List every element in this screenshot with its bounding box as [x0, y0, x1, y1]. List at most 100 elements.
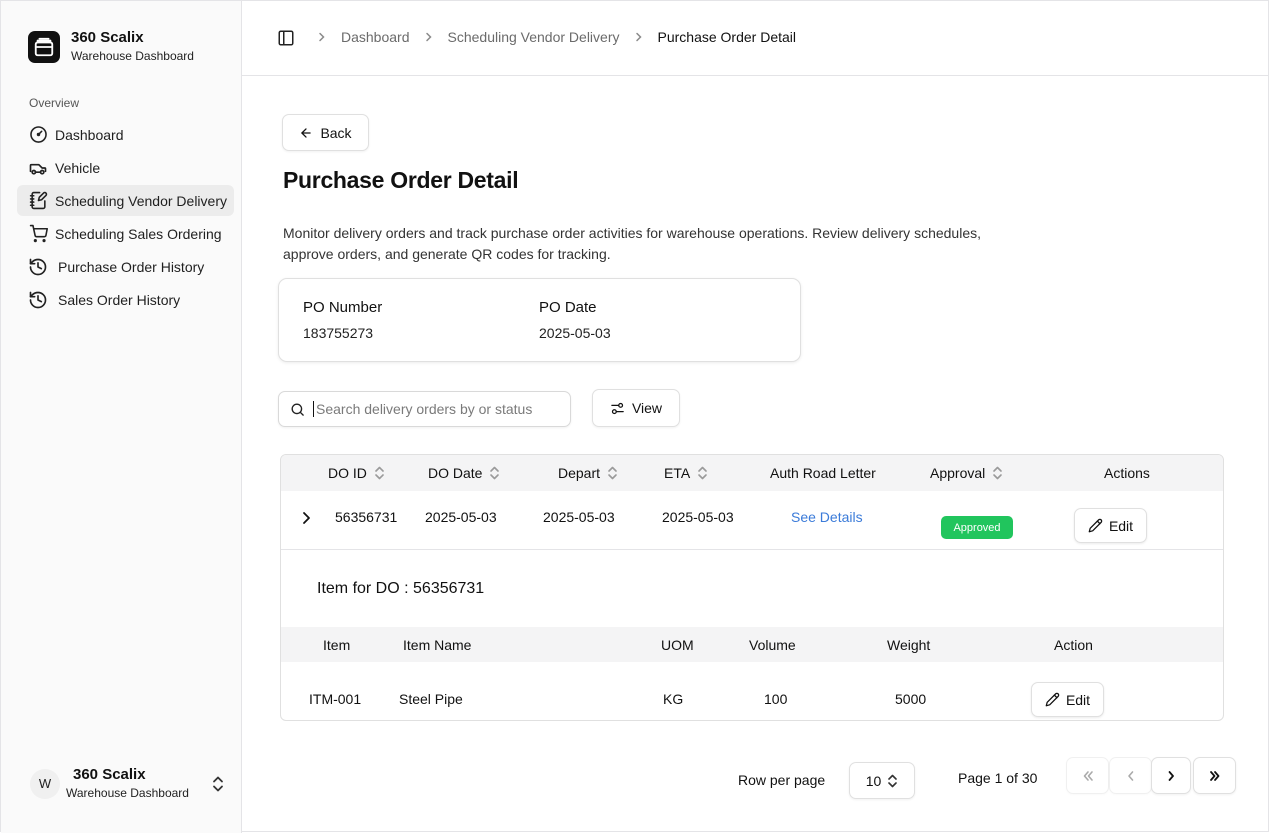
- first-page-button[interactable]: [1066, 757, 1109, 794]
- arrow-left-icon: [301, 127, 312, 138]
- search-input[interactable]: [313, 401, 553, 417]
- cell-uom: KG: [663, 691, 684, 707]
- nav-section-label: Overview: [29, 96, 80, 110]
- column-header-volume: Volume: [749, 637, 796, 653]
- cell-item: ITM-001: [309, 691, 362, 707]
- cell-depart: 2025-05-03: [543, 509, 615, 525]
- breadcrumb: Dashboard Scheduling Vendor Delivery Pur…: [314, 29, 796, 45]
- sidebar-nav: Dashboard Vehicle Scheduling Vendor Deli…: [17, 119, 234, 317]
- next-page-button[interactable]: [1151, 757, 1191, 794]
- pencil-icon: [1088, 518, 1103, 533]
- column-header-label: DO Date: [428, 465, 483, 481]
- column-header-action: Action: [1054, 637, 1093, 653]
- sidebar-item-scheduling-vendor-delivery[interactable]: Scheduling Vendor Delivery: [17, 185, 234, 216]
- breadcrumb-current-page: Purchase Order Detail: [657, 29, 797, 45]
- chevron-right-icon: [314, 29, 330, 45]
- history-icon: [28, 257, 48, 277]
- breadcrumb-dashboard[interactable]: Dashboard: [341, 29, 410, 45]
- po-date-value: 2025-05-03: [539, 325, 611, 341]
- rows-per-page-value: 10: [865, 772, 882, 789]
- chevron-right-icon: [421, 29, 437, 45]
- cell-do-date: 2025-05-03: [425, 509, 497, 525]
- rows-per-page-select[interactable]: 10: [849, 762, 915, 799]
- sidebar-item-label: Sales Order History: [58, 291, 181, 308]
- sidebar: 360 Scalix Warehouse Dashboard Overview …: [1, 1, 242, 833]
- sort-icon: [698, 466, 708, 480]
- sort-icon: [375, 466, 384, 480]
- truck-icon: [28, 158, 48, 178]
- top-header: Dashboard Scheduling Vendor Delivery Pur…: [242, 1, 1269, 76]
- breadcrumb-scheduling-vendor-delivery[interactable]: Scheduling Vendor Delivery: [448, 29, 620, 45]
- view-button-label: View: [631, 400, 663, 416]
- history-icon: [28, 290, 48, 310]
- brand-title: 360 Scalix: [71, 29, 144, 46]
- column-header-label: Actions: [1104, 465, 1150, 481]
- chevrons-up-down-icon: [210, 774, 226, 794]
- chevron-right-icon: [1168, 770, 1174, 781]
- sidebar-item-dashboard[interactable]: Dashboard: [17, 119, 234, 150]
- sidebar-item-label: Dashboard: [55, 126, 124, 143]
- column-header-approval[interactable]: Approval: [930, 465, 1003, 481]
- column-header-weight: Weight: [887, 637, 931, 653]
- back-button[interactable]: Back: [282, 114, 369, 151]
- column-header-label: ETA: [664, 465, 691, 481]
- column-header-auth-road-letter: Auth Road Letter: [770, 465, 876, 481]
- view-options-button[interactable]: View: [592, 389, 680, 427]
- column-header-label: Auth Road Letter: [770, 465, 876, 481]
- sidebar-item-label: Scheduling Sales Ordering: [55, 225, 222, 242]
- cell-weight: 5000: [895, 691, 927, 707]
- shopping-cart-icon: [28, 224, 48, 244]
- sidebar-item-sales-order-history[interactable]: Sales Order History: [17, 284, 234, 315]
- user-subtitle: Warehouse Dashboard: [66, 786, 189, 800]
- table-header: DO ID DO Date Depart ETA Auth Road Lette…: [281, 455, 1223, 491]
- table-row: 56356731 2025-05-03 2025-05-03 2025-05-0…: [281, 491, 1223, 550]
- status-badge: Approved: [941, 516, 1013, 539]
- cell-do-id: 56356731: [335, 509, 398, 525]
- chevron-left-icon: [1127, 770, 1133, 781]
- sidebar-item-purchase-order-history[interactable]: Purchase Order History: [17, 251, 234, 282]
- expanded-row-title: Item for DO : 56356731: [317, 580, 485, 597]
- chevron-right-icon: [631, 29, 647, 45]
- po-date-label: PO Date: [539, 299, 597, 316]
- previous-page-button[interactable]: [1109, 757, 1152, 794]
- cell-eta: 2025-05-03: [662, 509, 734, 525]
- column-header-do-date[interactable]: DO Date: [428, 465, 500, 481]
- see-details-link[interactable]: See Details: [791, 509, 863, 525]
- po-summary-card: PO Number 183755273 PO Date 2025-05-03: [278, 278, 801, 362]
- search-icon: [291, 403, 304, 416]
- page-info: Page 1 of 30: [958, 770, 1038, 786]
- column-header-label: Approval: [930, 465, 986, 481]
- column-header-do-id[interactable]: DO ID: [328, 465, 385, 481]
- user-menu[interactable]: W 360 Scalix Warehouse Dashboard: [30, 766, 226, 801]
- chevrons-up-down-icon: [888, 774, 898, 787]
- brand-logo-icon: [28, 30, 60, 63]
- column-header-depart[interactable]: Depart: [558, 465, 618, 481]
- chevron-right-icon[interactable]: [300, 510, 314, 530]
- sidebar-toggle-icon[interactable]: [277, 29, 295, 47]
- column-header-eta[interactable]: ETA: [664, 465, 708, 481]
- pencil-icon: [1045, 692, 1060, 707]
- sidebar-item-label: Purchase Order History: [58, 258, 205, 275]
- user-title: 360 Scalix: [73, 766, 146, 783]
- edit-button-label: Edit: [1065, 691, 1091, 708]
- last-page-button[interactable]: [1193, 757, 1236, 794]
- column-header-actions: Actions: [1104, 465, 1150, 481]
- column-header-label: DO ID: [328, 465, 367, 481]
- edit-button[interactable]: Edit: [1074, 508, 1147, 543]
- rows-per-page-label: Row per page: [738, 772, 826, 788]
- item-edit-button[interactable]: Edit: [1031, 682, 1104, 717]
- delivery-orders-table: DO ID DO Date Depart ETA Auth Road Lette…: [280, 454, 1224, 721]
- chevrons-right-icon: [1209, 770, 1219, 781]
- back-button-label: Back: [320, 124, 352, 141]
- column-header-item: Item: [323, 637, 351, 653]
- sidebar-item-vehicle[interactable]: Vehicle: [17, 152, 234, 183]
- edit-button-label: Edit: [1108, 517, 1134, 534]
- chevrons-left-icon: [1083, 770, 1093, 781]
- sidebar-item-scheduling-sales-ordering[interactable]: Scheduling Sales Ordering: [17, 218, 234, 249]
- brand[interactable]: 360 Scalix Warehouse Dashboard: [28, 29, 194, 64]
- items-table-row: ITM-001 Steel Pipe KG 100 5000 Edit: [281, 662, 1223, 720]
- sort-icon: [490, 466, 500, 480]
- brand-subtitle: Warehouse Dashboard: [71, 49, 194, 63]
- settings-sliders-icon: [611, 402, 624, 414]
- items-table-header: Item Item Name UOM Volume Weight Action: [281, 627, 1223, 662]
